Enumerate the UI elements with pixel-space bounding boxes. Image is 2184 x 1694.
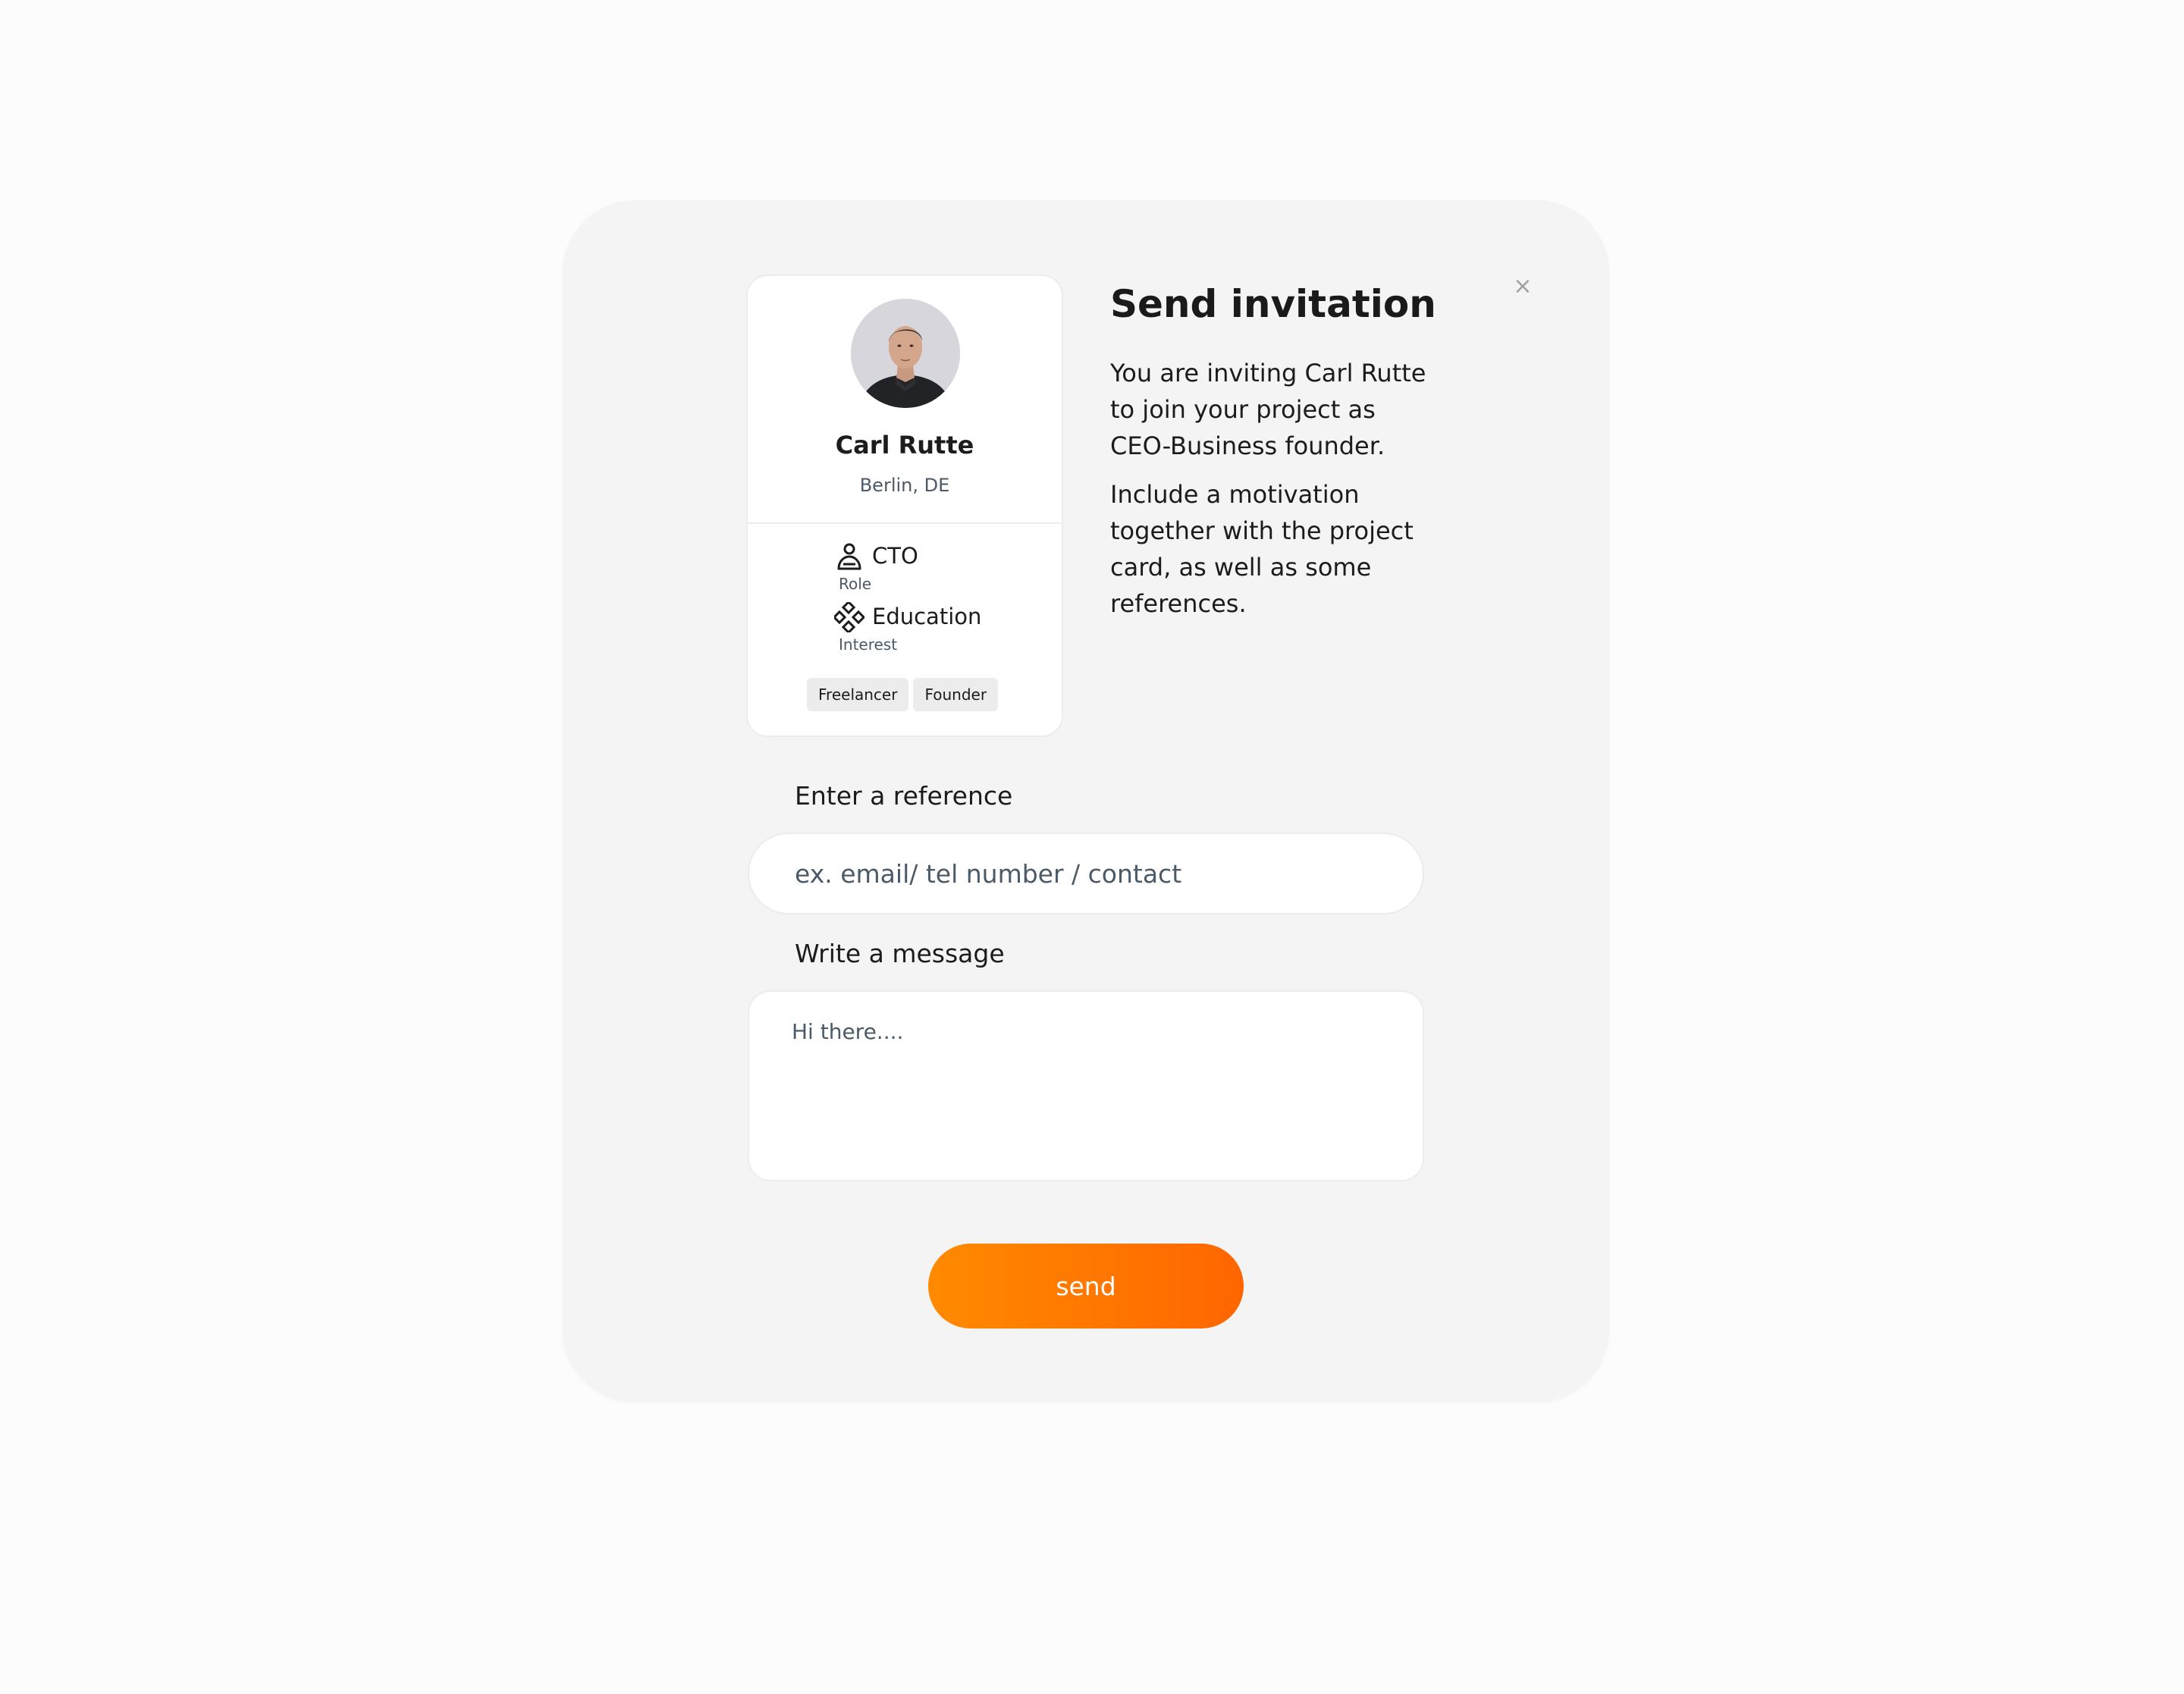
reference-label: Enter a reference: [795, 781, 1013, 811]
profile-card: Carl Rutte Berlin, DE CTO Role Education…: [746, 274, 1063, 737]
send-button[interactable]: send: [928, 1244, 1244, 1329]
modal-title: Send invitation: [1110, 282, 1436, 326]
reference-input[interactable]: [748, 833, 1424, 914]
invitation-modal: [563, 200, 1609, 1401]
invitation-description: You are inviting Carl Rutte to join your…: [1110, 359, 1426, 460]
role-caption: Role: [839, 575, 872, 593]
message-label: Write a message: [795, 939, 1005, 968]
tag-freelancer: Freelancer: [807, 678, 909, 711]
close-icon[interactable]: ×: [1513, 273, 1532, 300]
message-textarea[interactable]: [748, 990, 1424, 1181]
avatar: [851, 299, 960, 408]
person-icon: [834, 541, 864, 572]
card-divider: [748, 522, 1062, 524]
motivation-hint: Include a motivation together with the p…: [1110, 480, 1414, 618]
diamond-nodes-icon: [832, 600, 866, 635]
tag-list: Freelancer Founder: [807, 678, 999, 711]
close-button[interactable]: ×: [1511, 274, 1535, 299]
tag-founder: Founder: [913, 678, 999, 711]
profile-name: Carl Rutte: [835, 431, 974, 460]
interest-caption: Interest: [839, 635, 898, 654]
role-value: CTO: [872, 543, 918, 569]
profile-location: Berlin, DE: [859, 475, 950, 496]
interest-value: Education: [872, 604, 982, 629]
